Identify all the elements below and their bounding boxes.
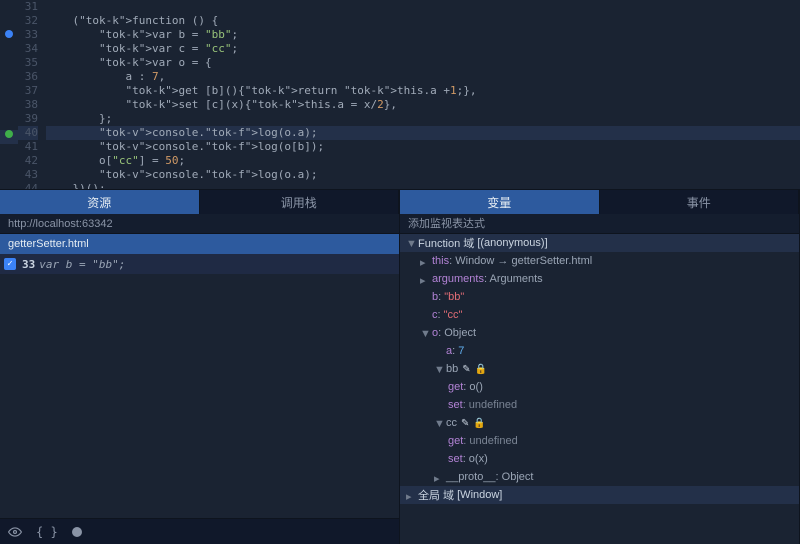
var-o-a-value: 7 xyxy=(458,345,464,357)
tab-callstack[interactable]: 调用栈 xyxy=(200,190,400,214)
var-arguments-value: : Arguments xyxy=(484,273,543,285)
var-o-value: : Object xyxy=(438,327,476,339)
var-o-cc-set-key: set xyxy=(448,453,463,465)
debug-panels: 资源 调用栈 http://localhost:63342 getterSett… xyxy=(0,190,800,544)
var-arguments[interactable]: ▸ arguments : Arguments xyxy=(400,270,799,288)
breakpoint-checkbox[interactable]: ✓ xyxy=(4,258,16,270)
code-editor[interactable]: 3132333435363738394041424344 ("tok-k">fu… xyxy=(0,0,800,190)
var-this-key: this xyxy=(432,255,449,267)
var-b-value: "bb" xyxy=(444,291,464,303)
var-o-bb-set-key: set xyxy=(448,399,463,411)
sources-pane: 资源 调用栈 http://localhost:63342 getterSett… xyxy=(0,190,400,544)
var-o-cc-set-value: : o(x) xyxy=(463,453,488,465)
tab-sources-label: 资源 xyxy=(87,194,111,211)
var-o-bb-get[interactable]: get : o() xyxy=(400,378,799,396)
record-icon[interactable] xyxy=(72,527,82,537)
tab-callstack-label: 调用栈 xyxy=(281,194,317,211)
var-c-value: "cc" xyxy=(444,309,463,321)
chevron-right-icon: ▸ xyxy=(434,472,444,482)
var-o-proto-value: : Object xyxy=(496,471,534,483)
breakpoint-line-number: 33 xyxy=(22,258,35,271)
braces-icon[interactable]: { } xyxy=(36,525,58,539)
var-o-cc-key: cc xyxy=(446,417,457,429)
scope-global[interactable]: ▸ 全局 域 [Window] xyxy=(400,486,799,504)
scope-function[interactable]: ▼ Function 域 [(anonymous)] xyxy=(400,234,799,252)
right-tabs: 变量 事件 xyxy=(400,190,799,214)
scope-function-label: Function 域 xyxy=(418,235,474,251)
chevron-down-icon: ▼ xyxy=(434,364,444,374)
lock-icon: 🔒 xyxy=(473,418,485,429)
chevron-right-icon: ▸ xyxy=(420,256,430,266)
var-c-key: c xyxy=(432,309,438,321)
spacer xyxy=(434,346,444,356)
var-o-bb[interactable]: ▼ bb ✎ 🔒 xyxy=(400,360,799,378)
chevron-down-icon: ▼ xyxy=(420,328,430,338)
source-url: http://localhost:63342 xyxy=(0,214,399,234)
source-file[interactable]: getterSetter.html xyxy=(0,234,399,254)
scope-global-value: [Window] xyxy=(457,489,502,501)
var-b-key: b xyxy=(432,291,438,303)
chevron-right-icon: ▸ xyxy=(420,274,430,284)
var-o-bb-get-value: : o() xyxy=(463,381,483,393)
chevron-down-icon: ▼ xyxy=(406,238,416,248)
var-o-bb-set-value: : undefined xyxy=(463,399,517,411)
tab-variables-label: 变量 xyxy=(487,194,511,211)
scope-function-value: [(anonymous)] xyxy=(477,237,547,249)
variables-pane: 变量 事件 添加监视表达式 ▼ Function 域 [(anonymous)]… xyxy=(400,190,800,544)
breakpoint-gutter[interactable] xyxy=(0,0,18,189)
var-o[interactable]: ▼ o : Object xyxy=(400,324,799,342)
lock-icon: 🔒 xyxy=(475,364,487,375)
spacer xyxy=(420,310,430,320)
var-arguments-key: arguments xyxy=(432,273,484,285)
var-this[interactable]: ▸ this : Window → getterSetter.html xyxy=(400,252,799,270)
var-o-cc-get-key: get xyxy=(448,435,463,447)
tab-variables[interactable]: 变量 xyxy=(400,190,600,214)
var-o-cc-set[interactable]: set : o(x) xyxy=(400,450,799,468)
pencil-icon[interactable]: ✎ xyxy=(461,418,469,429)
breakpoint-entry[interactable]: ✓ 33 var b = "bb"; xyxy=(0,254,399,274)
chevron-down-icon: ▼ xyxy=(434,418,444,428)
pencil-icon[interactable]: ✎ xyxy=(462,364,470,375)
spacer xyxy=(420,292,430,302)
var-o-proto[interactable]: ▸ __proto__ : Object xyxy=(400,468,799,486)
var-o-proto-key: __proto__ xyxy=(446,471,496,483)
var-b[interactable]: b: "bb" xyxy=(400,288,799,306)
var-o-cc-get-value: : undefined xyxy=(463,435,517,447)
watch-expression-input[interactable]: 添加监视表达式 xyxy=(400,214,799,234)
tab-sources[interactable]: 资源 xyxy=(0,190,200,214)
var-o-bb-set[interactable]: set : undefined xyxy=(400,396,799,414)
tab-events[interactable]: 事件 xyxy=(600,190,800,214)
var-o-a-key: a xyxy=(446,345,452,357)
var-c[interactable]: c: "cc" xyxy=(400,306,799,324)
var-o-a[interactable]: a: 7 xyxy=(400,342,799,360)
code-content[interactable]: ("tok-k">function () { "tok-k">var b = "… xyxy=(46,0,800,189)
breakpoint-code: var b = "bb"; xyxy=(39,258,125,271)
variables-tree[interactable]: ▼ Function 域 [(anonymous)] ▸ this : Wind… xyxy=(400,234,799,544)
chevron-right-icon: ▸ xyxy=(406,490,416,500)
var-o-cc[interactable]: ▼ cc ✎ 🔒 xyxy=(400,414,799,432)
tab-events-label: 事件 xyxy=(687,194,711,211)
eye-icon[interactable] xyxy=(8,525,22,539)
var-o-cc-get[interactable]: get : undefined xyxy=(400,432,799,450)
left-tabs: 资源 调用栈 xyxy=(0,190,399,214)
var-o-bb-key: bb xyxy=(446,363,458,375)
var-o-bb-get-key: get xyxy=(448,381,463,393)
left-footer-toolbar: { } xyxy=(0,518,399,544)
sources-empty-area xyxy=(0,274,399,518)
line-number-gutter: 3132333435363738394041424344 xyxy=(18,0,46,189)
scope-global-label: 全局 域 xyxy=(418,487,454,503)
var-this-value: : Window → getterSetter.html xyxy=(449,255,592,267)
